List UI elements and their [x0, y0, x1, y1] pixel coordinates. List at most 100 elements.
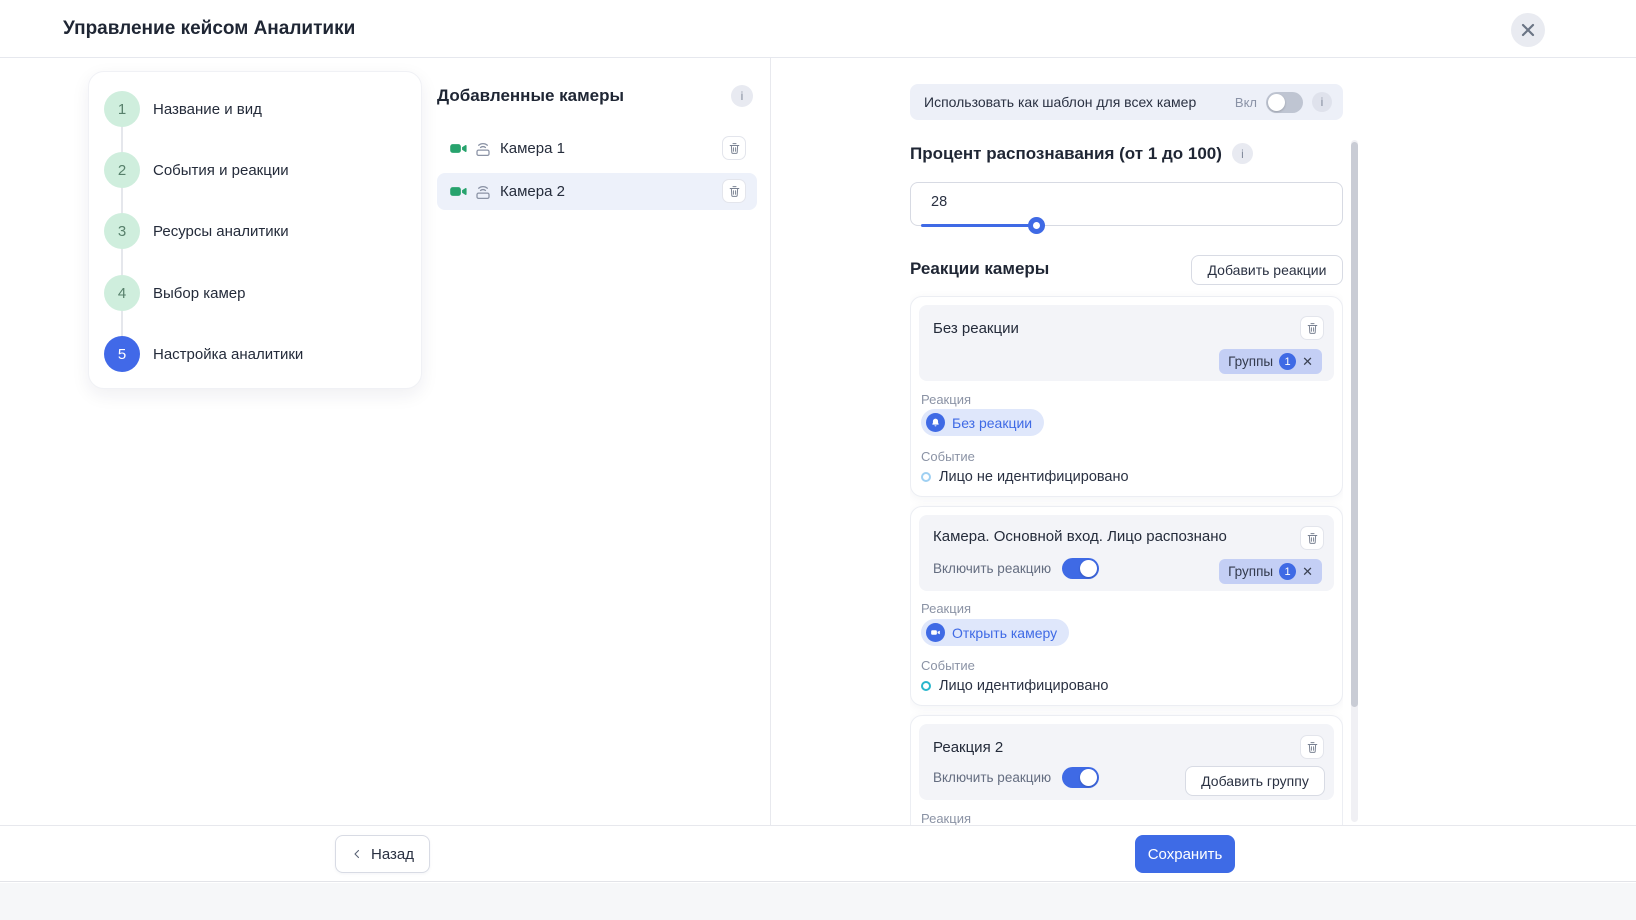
add-reactions-button[interactable]: Добавить реакции: [1191, 255, 1343, 285]
camera-list-item-1[interactable]: Камера 1: [437, 130, 757, 167]
toggle-state-label: Вкл: [1235, 95, 1257, 110]
reaction-label: Реакция: [921, 392, 971, 407]
step-number: 3: [104, 213, 140, 249]
step-item-analytics-setup[interactable]: 5 Настройка аналитики: [89, 336, 421, 372]
camera-name: Камера 2: [500, 183, 565, 200]
trash-icon: [728, 185, 741, 198]
groups-chip[interactable]: Группы 1 ✕: [1219, 349, 1322, 374]
step-number: 5: [104, 336, 140, 372]
step-number: 1: [104, 91, 140, 127]
wifi-device-icon: [474, 183, 492, 201]
step-item-camera-selection[interactable]: 4 Выбор камер: [89, 275, 421, 311]
camera-icon: [926, 623, 945, 642]
reaction-card-header: Реакция 2 Включить реакцию Добавить груп…: [919, 724, 1334, 800]
recognition-percent-input[interactable]: [931, 194, 1311, 210]
slider-knob[interactable]: [1028, 217, 1045, 234]
reaction-label: Реакция: [921, 601, 971, 616]
add-group-button[interactable]: Добавить группу: [1185, 766, 1325, 796]
wizard-steps-card: 1 Название и вид 2 События и реакции 3 Р…: [88, 71, 422, 389]
video-camera-icon: [449, 139, 468, 158]
enable-reaction-label: Включить реакцию: [933, 561, 1051, 576]
delete-reaction-button[interactable]: [1300, 316, 1324, 340]
step-label: Настройка аналитики: [153, 346, 303, 363]
save-button[interactable]: Сохранить: [1135, 835, 1235, 873]
analytics-settings-panel: Использовать как шаблон для всех камер В…: [910, 58, 1343, 827]
reaction-card-title: Реакция 2: [933, 739, 1003, 756]
analytics-case-modal: Управление кейсом Аналитики 1 Название и…: [0, 0, 1636, 920]
toggle-knob: [1080, 560, 1097, 577]
event-status-icon: [921, 681, 931, 691]
modal-footer: Назад Сохранить: [0, 825, 1636, 882]
camera-reactions-title: Реакции камеры: [910, 259, 1049, 279]
event-row: Лицо не идентифицировано: [921, 469, 1129, 485]
video-camera-icon: [449, 182, 468, 201]
step-item-events-reactions[interactable]: 2 События и реакции: [89, 152, 421, 188]
remove-groups-icon[interactable]: ✕: [1302, 355, 1313, 368]
reaction-card-reaction-2: Реакция 2 Включить реакцию Добавить груп…: [910, 715, 1343, 827]
camera-name: Камера 1: [500, 140, 565, 157]
event-label: Событие: [921, 658, 975, 673]
chevron-left-icon: [351, 848, 363, 860]
back-button[interactable]: Назад: [335, 835, 430, 873]
info-icon[interactable]: i: [731, 85, 753, 107]
template-banner: Использовать как шаблон для всех камер В…: [910, 84, 1343, 120]
reaction-pill-label: Открыть камеру: [952, 625, 1057, 641]
groups-chip[interactable]: Группы 1 ✕: [1219, 559, 1322, 584]
step-label: Название и вид: [153, 101, 262, 118]
toggle-knob: [1268, 94, 1285, 111]
reaction-pill-open-camera[interactable]: Открыть камеру: [921, 619, 1069, 646]
modal-header: Управление кейсом Аналитики: [0, 0, 1636, 58]
remove-groups-icon[interactable]: ✕: [1302, 565, 1313, 578]
delete-camera-button[interactable]: [722, 136, 746, 160]
added-cameras-title: Добавленные камеры: [437, 86, 624, 106]
trash-icon: [728, 142, 741, 155]
groups-chip-label: Группы: [1228, 354, 1273, 369]
groups-count-badge: 1: [1279, 563, 1296, 580]
recognition-slider[interactable]: [921, 224, 1332, 227]
delete-reaction-button[interactable]: [1300, 735, 1324, 759]
reaction-pill-label: Без реакции: [952, 415, 1032, 431]
event-text: Лицо не идентифицировано: [939, 469, 1129, 485]
back-button-label: Назад: [371, 846, 414, 863]
bell-icon: [926, 413, 945, 432]
trash-icon: [1306, 322, 1319, 335]
groups-count-badge: 1: [1279, 353, 1296, 370]
slider-fill: [921, 224, 1036, 227]
step-label: Выбор камер: [153, 285, 245, 302]
close-button[interactable]: [1511, 13, 1545, 47]
template-toggle[interactable]: [1266, 92, 1303, 113]
event-row: Лицо идентифицировано: [921, 678, 1108, 694]
settings-scrollbar: [1351, 140, 1358, 822]
step-label: Ресурсы аналитики: [153, 223, 289, 240]
reaction-card-title: Камера. Основной вход. Лицо распознано: [933, 528, 1227, 545]
event-text: Лицо идентифицировано: [939, 678, 1108, 694]
delete-reaction-button[interactable]: [1300, 526, 1324, 550]
event-status-icon: [921, 472, 931, 482]
enable-reaction-label: Включить реакцию: [933, 770, 1051, 785]
camera-list-item-2[interactable]: Камера 2: [437, 173, 757, 210]
reaction-card-title: Без реакции: [933, 320, 1019, 337]
enable-reaction-toggle[interactable]: [1062, 558, 1099, 579]
scrollbar-thumb[interactable]: [1351, 142, 1358, 707]
reaction-card-main-entrance: Камера. Основной вход. Лицо распознано В…: [910, 506, 1343, 706]
info-icon[interactable]: i: [1232, 143, 1253, 164]
vertical-divider: [770, 58, 771, 825]
page-title: Управление кейсом Аналитики: [63, 0, 355, 58]
step-item-analytics-resources[interactable]: 3 Ресурсы аналитики: [89, 213, 421, 249]
delete-camera-button[interactable]: [722, 179, 746, 203]
page-background-strip: [0, 883, 1636, 920]
recognition-percent-field: [910, 182, 1343, 226]
reaction-pill-no-reaction[interactable]: Без реакции: [921, 409, 1044, 436]
wifi-device-icon: [474, 140, 492, 158]
recognition-percent-title: Процент распознавания (от 1 до 100): [910, 144, 1222, 164]
template-banner-label: Использовать как шаблон для всех камер: [924, 94, 1196, 110]
trash-icon: [1306, 532, 1319, 545]
info-icon[interactable]: i: [1312, 92, 1332, 112]
reaction-card-no-reaction: Без реакции Группы 1 ✕ Реакция Без реакц…: [910, 296, 1343, 497]
toggle-knob: [1080, 769, 1097, 786]
enable-reaction-toggle[interactable]: [1062, 767, 1099, 788]
event-label: Событие: [921, 449, 975, 464]
reaction-card-header: Камера. Основной вход. Лицо распознано В…: [919, 515, 1334, 591]
step-label: События и реакции: [153, 162, 289, 179]
step-item-name-and-type[interactable]: 1 Название и вид: [89, 91, 421, 127]
